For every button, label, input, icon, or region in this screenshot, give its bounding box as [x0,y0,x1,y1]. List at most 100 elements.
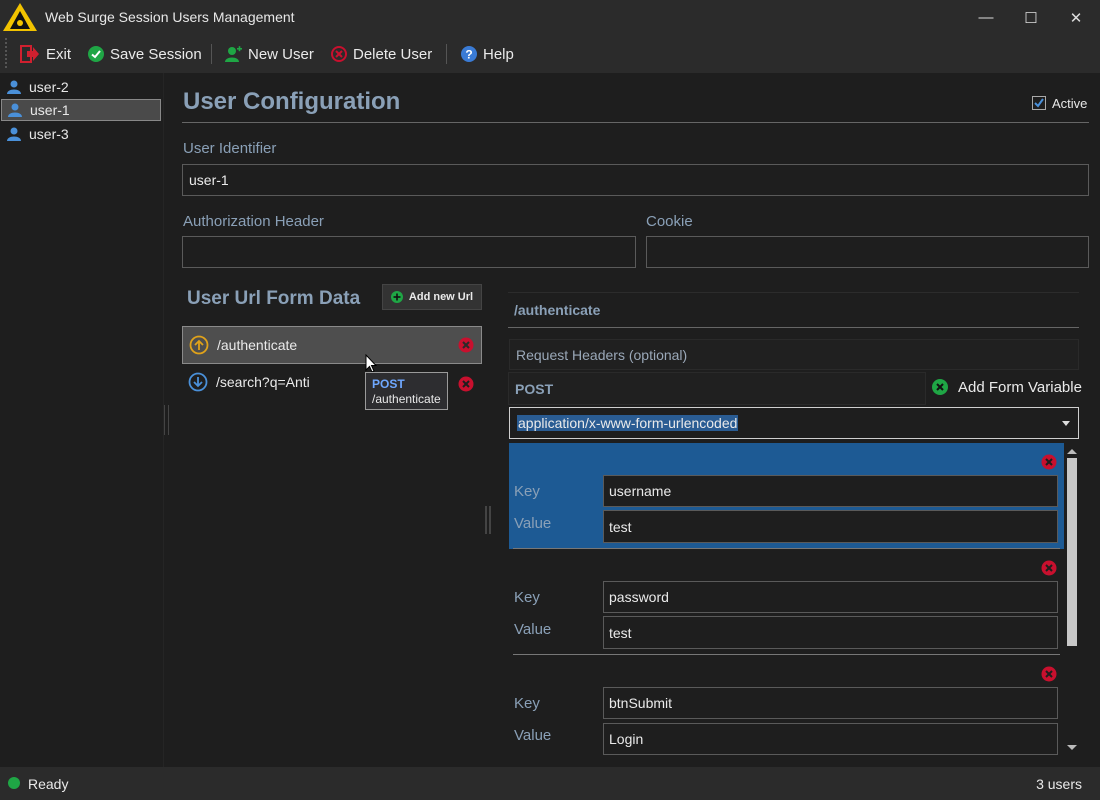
key-value: btnSubmit [609,695,673,711]
new-user-button[interactable]: New User [224,44,314,64]
url-detail-title: /authenticate [508,292,1079,328]
key-input[interactable]: password [603,581,1058,613]
close-button[interactable]: ✕ [1053,0,1099,35]
user-list-item-label: user-2 [29,79,69,95]
user-identifier-label: User Identifier [183,140,277,157]
key-input[interactable]: btnSubmit [603,687,1058,719]
user-icon [8,103,22,117]
user-identifier-input[interactable]: user-1 [182,164,1089,196]
variable-divider [513,654,1060,655]
key-label: Key [514,589,540,606]
value-input[interactable]: test [603,616,1058,649]
key-value: username [609,483,672,499]
value-input[interactable]: test [603,510,1058,543]
save-session-label: Save Session [110,45,202,63]
heading-divider [182,122,1089,123]
toolbar-separator [211,44,212,64]
sidebar-splitter[interactable] [164,405,169,435]
tooltip-method: POST [372,377,405,391]
exit-icon [20,45,39,63]
add-form-variable-button[interactable]: Add Form Variable [932,376,1082,398]
exit-button[interactable]: Exit [20,44,71,64]
arrow-down-circle-icon [188,372,208,392]
delete-url-icon[interactable] [458,376,474,392]
chevron-down-icon [1062,421,1070,426]
content-type-dropdown[interactable]: application/x-www-form-urlencoded [509,407,1079,439]
new-user-label: New User [248,45,314,63]
value-input[interactable]: Login [603,723,1058,755]
http-method-value: POST [515,380,554,397]
key-label: Key [514,695,540,712]
status-indicator-icon [8,777,20,789]
add-user-icon [225,46,242,62]
authorization-header-label: Authorization Header [183,213,324,230]
minimize-icon: — [978,9,994,26]
key-value: password [609,589,669,605]
save-session-button[interactable]: Save Session [88,44,202,64]
checkmark-icon [88,46,104,62]
status-bar [0,767,1100,800]
delete-user-label: Delete User [353,45,433,63]
user-list-item-label: user-1 [30,102,70,118]
mouse-cursor-icon [365,354,377,373]
panel-splitter[interactable] [485,506,491,534]
cookie-label: Cookie [646,213,693,230]
authorization-header-input[interactable] [182,236,636,268]
value-value: test [609,624,632,641]
maximize-button[interactable]: ☐ [1008,0,1054,35]
exit-label: Exit [46,45,72,63]
add-form-variable-label: Add Form Variable [958,378,1082,396]
key-label: Key [514,483,540,500]
minimize-button[interactable]: — [963,0,1009,35]
request-headers-placeholder: Request Headers (optional) [516,346,688,363]
delete-user-button[interactable]: Delete User [331,44,432,64]
value-value: test [609,518,632,535]
tooltip-url: /authenticate [372,392,441,406]
delete-variable-icon[interactable] [1041,454,1057,470]
toolbar-grip[interactable] [5,38,9,68]
add-new-url-button[interactable]: Add new Url [382,284,482,310]
key-input[interactable]: username [603,475,1058,507]
add-icon [390,291,403,303]
user-list-item-selected[interactable]: user-1 [1,99,161,121]
http-method-field[interactable]: POST [508,372,926,405]
app-logo-icon [3,3,37,31]
url-tooltip: POST /authenticate [365,372,448,410]
scroll-up-arrow-icon[interactable] [1066,447,1078,455]
url-list-item-selected[interactable]: /authenticate [182,326,482,364]
scroll-down-arrow-icon[interactable] [1066,744,1078,752]
user-icon [7,127,21,141]
delete-icon [331,46,347,62]
checkmark-icon [1034,98,1044,108]
page-title: User Configuration [183,88,401,115]
user-icon [7,80,21,94]
user-identifier-value: user-1 [189,172,229,188]
request-headers-input[interactable]: Request Headers (optional) [509,339,1079,370]
delete-variable-icon[interactable] [1041,666,1057,682]
cookie-input[interactable] [646,236,1089,268]
user-count: 3 users [1036,776,1082,792]
help-button[interactable]: ? Help [461,44,514,64]
active-label: Active [1052,96,1088,111]
add-new-url-label: Add new Url [408,291,474,303]
value-label: Value [514,515,552,532]
content-type-value: application/x-www-form-urlencoded [517,415,739,431]
toolbar-separator [446,44,447,64]
user-list-item-label: user-3 [29,126,69,142]
arrow-up-circle-icon [189,335,209,355]
add-icon [932,379,948,395]
scrollbar-thumb[interactable] [1067,458,1077,646]
window-title: Web Surge Session Users Management [45,9,295,25]
delete-variable-icon[interactable] [1041,560,1057,576]
value-value: Login [609,731,644,747]
delete-url-icon[interactable] [458,337,474,353]
variable-divider [513,548,1060,549]
user-list-item[interactable]: user-3 [1,123,161,145]
url-detail-title-text: /authenticate [514,302,601,318]
url-list-item-label: /search?q=Anti [216,374,310,390]
close-icon: ✕ [1069,9,1083,27]
active-checkbox[interactable] [1032,96,1046,110]
user-list-item[interactable]: user-2 [1,76,161,98]
help-icon: ? [461,46,477,62]
maximize-icon: ☐ [1024,9,1038,27]
